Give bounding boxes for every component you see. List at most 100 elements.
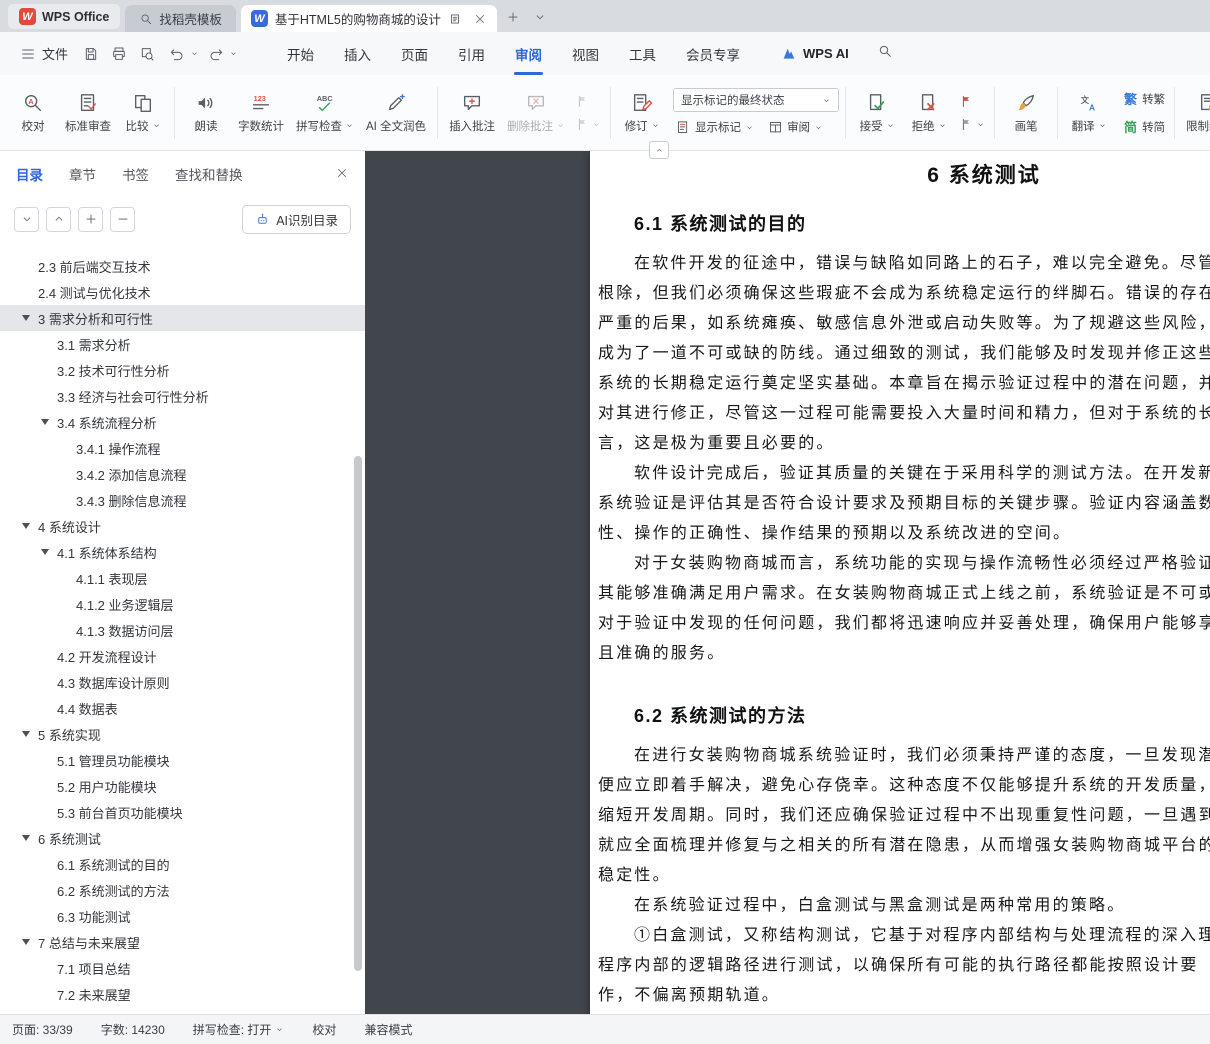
redo-button[interactable] [203,41,229,67]
caret-down-icon[interactable] [22,939,30,945]
status-proofread[interactable]: 校对 [312,1021,336,1038]
ribbon-button-compare[interactable]: 比较 [118,88,168,138]
menu-tab-page[interactable]: 页面 [386,32,443,75]
ribbon-button-word-count[interactable]: 123 字数统计 [233,88,289,138]
toc-item[interactable]: 7.1 项目总结 [0,955,365,981]
undo-button[interactable] [164,41,190,67]
menu-tab-insert[interactable]: 插入 [329,32,386,75]
status-compat-mode[interactable]: 兼容模式 [364,1021,412,1038]
ribbon-button-spell-check[interactable]: ABC 拼写检查 [291,88,359,138]
toc-chevron-down-button[interactable] [14,206,39,232]
ribbon-button-translate[interactable]: 文 A 翻译 [1064,88,1114,138]
toc-item[interactable]: 4.1.3 数据访问层 [0,617,365,643]
menu-tab-tools[interactable]: 工具 [614,32,671,75]
ribbon-button-next-change[interactable] [959,117,985,132]
ribbon-button-read-aloud[interactable]: 朗读 [181,88,231,138]
menu-tab-review[interactable]: 审阅 [500,32,557,75]
ribbon-button-reviewing-pane[interactable]: 审阅 [765,117,826,137]
toc-item[interactable]: 6.3 功能测试 [0,903,365,929]
redo-dropdown-icon[interactable] [229,49,238,58]
search-button[interactable] [877,43,893,64]
toc-item[interactable]: 4.3 数据库设计原则 [0,669,365,695]
sidebar-tab-find-replace[interactable]: 查找和替换 [175,164,243,184]
toc-item[interactable]: 3.4.3 删除信息流程 [0,487,365,513]
status-spell-check[interactable]: 拼写检查: 打开 [193,1021,285,1038]
toc-item[interactable]: 5.3 前台首页功能模块 [0,799,365,825]
menu-tab-member[interactable]: 会员专享 [671,32,755,75]
template-tab[interactable]: 找稻壳模板 [125,5,236,32]
close-sidebar-icon[interactable] [335,166,349,180]
document-tab[interactable]: W 基于HTML5的购物商城的设计 [240,5,497,32]
toc-item[interactable]: 3.1 需求分析 [0,331,365,357]
caret-down-icon[interactable] [41,549,49,555]
toc-item[interactable]: 3.4.1 操作流程 [0,435,365,461]
ribbon-button-to-simplified[interactable]: 简转简 [1120,115,1168,138]
toc-item[interactable]: 3.2 技术可行性分析 [0,357,365,383]
toc-item[interactable]: 4.1 系统体系结构 [0,539,365,565]
wps-ai-button[interactable]: WPS AI [781,46,849,62]
menu-tab-reference[interactable]: 引用 [443,32,500,75]
print-preview-button[interactable] [134,41,160,67]
ribbon-button-insert-comment[interactable]: 插入批注 [444,88,500,138]
toc-item[interactable]: 5.1 管理员功能模块 [0,747,365,773]
ribbon-button-show-markup[interactable]: 显示标记 [673,117,757,137]
caret-down-icon[interactable] [22,731,30,737]
toc-item[interactable]: 2.4 测试与优化技术 [0,279,365,305]
toc-item[interactable]: 7 总结与未来展望 [0,929,365,955]
caret-down-icon[interactable] [22,523,30,529]
print-button[interactable] [106,41,132,67]
toc-item[interactable]: 2.3 前后端交互技术 [0,253,365,279]
toc-chevron-up-button[interactable] [46,206,71,232]
menu-tab-home[interactable]: 开始 [272,32,329,75]
toc-plus-button[interactable] [78,206,103,232]
toc-item[interactable]: 3 需求分析和可行性 [0,305,365,331]
wps-office-button[interactable]: W WPS Office [8,4,121,29]
caret-down-icon[interactable] [22,315,30,321]
ribbon-button-to-traditional[interactable]: 繁转繁 [1120,87,1168,110]
caret-down-icon[interactable] [41,419,49,425]
sidebar-tab-chapter[interactable]: 章节 [69,164,96,184]
toc-item[interactable]: 4.2 开发流程设计 [0,643,365,669]
collapse-ribbon-button[interactable] [649,141,669,159]
toc-item[interactable]: 6.1 系统测试的目的 [0,851,365,877]
save-button[interactable] [78,41,104,67]
ribbon-button-restrict-editing[interactable]: 限制编辑 [1181,88,1210,138]
toc-item[interactable]: 3.3 经济与社会可行性分析 [0,383,365,409]
ribbon-button-track-changes[interactable]: 修订 [617,88,667,138]
toc-item[interactable]: 4.4 数据表 [0,695,365,721]
new-tab-button[interactable] [502,6,524,28]
toc-item[interactable]: 4 系统设计 [0,513,365,539]
caret-down-icon[interactable] [22,835,30,841]
ribbon-button-pen[interactable]: 画笔 [1001,88,1051,138]
ribbon-button-prev-change[interactable] [959,94,985,109]
sidebar-tab-toc[interactable]: 目录 [16,164,43,184]
toc-item[interactable]: 4.1.2 业务逻辑层 [0,591,365,617]
undo-dropdown-icon[interactable] [190,49,199,58]
ribbon-button-standard-review[interactable]: 标准审查 [60,88,116,138]
ribbon-button-proofread[interactable]: A 校对 [8,88,58,138]
toc-item[interactable]: 5 系统实现 [0,721,365,747]
menu-tab-view[interactable]: 视图 [557,32,614,75]
toc-minus-button[interactable] [110,206,135,232]
toc-item[interactable]: 4.1.1 表现层 [0,565,365,591]
toc-item[interactable]: 6.2 系统测试的方法 [0,877,365,903]
toc-item[interactable]: 参考文献 [0,1007,365,1015]
document-page[interactable]: 6 系统测试 6.1 系统测试的目的 在软件开发的征途中，错误与缺陷如同路上的石子… [590,151,1210,1014]
ai-recognize-toc-button[interactable]: AI识别目录 [242,204,351,234]
ribbon-button-accept[interactable]: 接受 [852,88,902,138]
toc-item[interactable]: 7.2 未来展望 [0,981,365,1007]
sidebar-tab-bookmark[interactable]: 书签 [122,164,149,184]
toc-item[interactable]: 3.4.2 添加信息流程 [0,461,365,487]
close-tab-icon[interactable] [473,12,487,26]
toc-item[interactable]: 5.2 用户功能模块 [0,773,365,799]
toc-item[interactable]: 3.4 系统流程分析 [0,409,365,435]
status-page-number[interactable]: 页面: 33/39 [12,1021,73,1038]
sidebar-scrollbar[interactable] [354,456,362,971]
toc-item[interactable]: 6 系统测试 [0,825,365,851]
display-state-select[interactable]: 显示标记的最终状态 [673,88,840,112]
ribbon-button-reject[interactable]: 拒绝 [904,88,954,138]
tab-list-button[interactable] [529,6,551,28]
ribbon-button-ai-polish[interactable]: AI 全文润色 [361,88,431,138]
status-word-count[interactable]: 字数: 14230 [101,1021,165,1038]
file-menu-button[interactable]: 文件 [12,39,76,68]
